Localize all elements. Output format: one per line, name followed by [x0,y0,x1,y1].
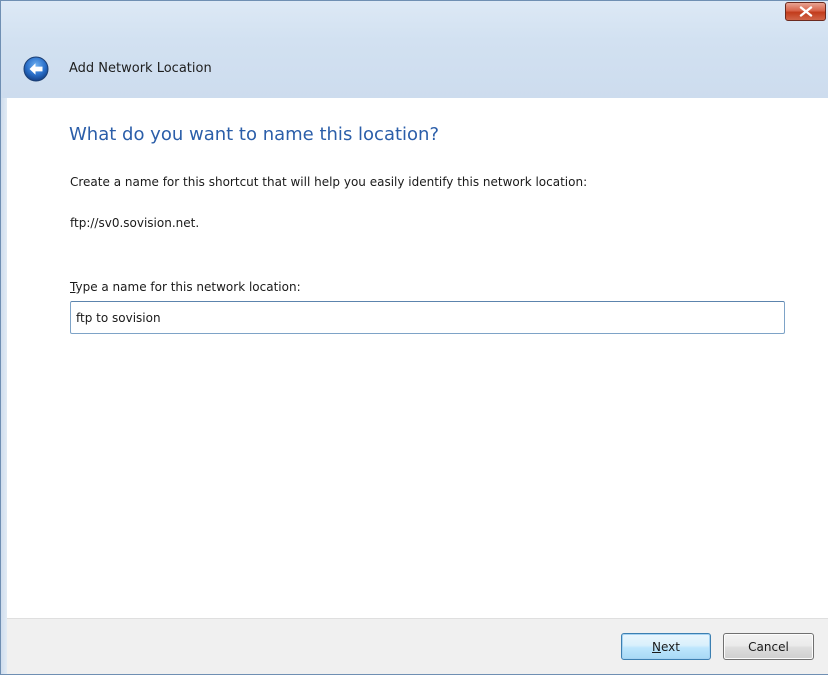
add-network-location-window: Add Network Location What do you want to… [0,0,828,675]
name-field-label: Type a name for this network location: [70,280,301,294]
close-icon [799,6,812,17]
back-arrow-icon [23,56,49,82]
close-button[interactable] [785,2,826,21]
location-url: ftp://sv0.sovision.net. [70,216,200,230]
name-field-label-text: ype a name for this network location: [75,280,301,294]
window-title: Add Network Location [69,61,212,76]
back-button[interactable] [23,56,49,82]
page-description: Create a name for this shortcut that wil… [70,175,588,189]
title-bar [1,1,828,98]
cancel-button[interactable]: Cancel [723,633,814,660]
location-name-input[interactable] [70,301,785,334]
next-button-label: ext [661,639,680,654]
next-button-accelerator: N [652,639,661,654]
wizard-footer: Next Cancel [7,618,828,674]
next-button[interactable]: Next [621,633,711,660]
page-heading: What do you want to name this location? [69,124,440,145]
